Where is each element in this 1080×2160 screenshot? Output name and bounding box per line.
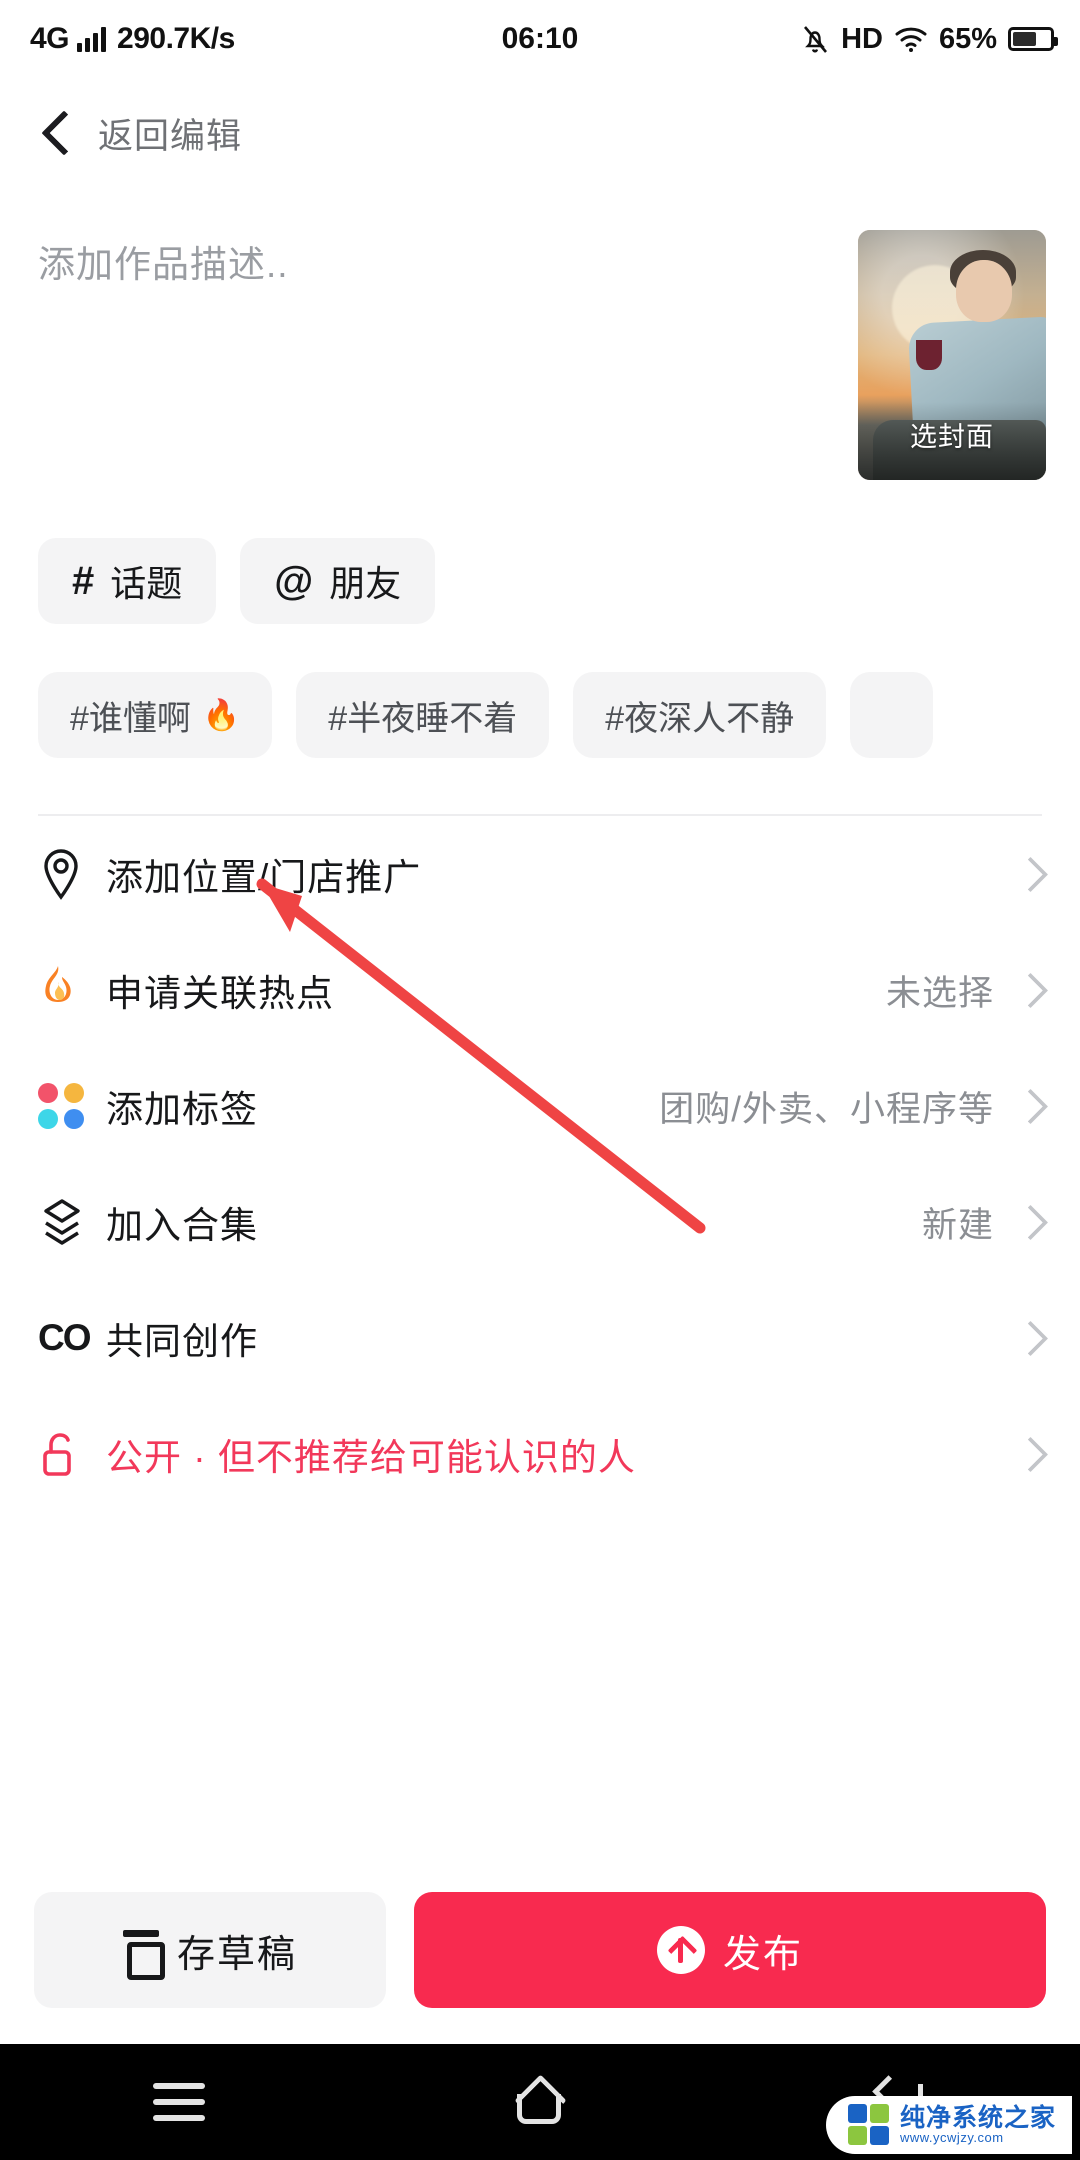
chevron-right-icon [1012, 1089, 1046, 1123]
home-icon[interactable] [510, 2078, 568, 2126]
hashtag-suggestion-label: #谁懂啊 [70, 699, 191, 738]
menu-row-location-label: 添加位置/门店推广 [106, 857, 422, 898]
status-bar-left: 4G 290.7K/s [30, 22, 235, 56]
hashtag-suggestion-pill[interactable]: #谁懂啊 🔥 [38, 672, 273, 758]
menu-row-collection[interactable]: 加入合集 新建 [38, 1164, 1046, 1280]
wifi-icon [895, 27, 927, 52]
signal-bars-icon [77, 26, 107, 52]
co-create-icon: CO [38, 1317, 92, 1358]
save-draft-icon [122, 1930, 165, 1980]
layers-icon [38, 1197, 100, 1247]
bottom-actions: 存草稿 发布 [0, 1892, 1080, 2008]
hashtag-suggestion-label: #半夜睡不着 [328, 699, 518, 738]
battery-percent-label: 65% [938, 22, 997, 55]
select-cover-label[interactable]: 选封面 [858, 415, 1046, 454]
battery-icon [1008, 27, 1058, 51]
cover-wine-glass [916, 340, 943, 370]
save-draft-label: 存草稿 [176, 1933, 297, 1976]
menu-row-privacy[interactable]: 公开 · 但不推荐给可能认识的人 [38, 1396, 1046, 1512]
hashtag-suggestion-label [882, 696, 901, 735]
watermark: 纯净系统之家 www.ycwjzy.com [825, 2096, 1072, 2154]
menu-row-collection-value: 新建 [921, 1205, 994, 1245]
nav-bar: 返回编辑 [0, 78, 1080, 188]
menu-row-hotspot[interactable]: 申请关联热点 未选择 [38, 932, 1046, 1048]
hashtag-suggestion-label: #夜深人不静 [605, 699, 795, 738]
back-to-edit-label[interactable]: 返回编辑 [98, 108, 242, 159]
description-input[interactable]: 添加作品描述.. [38, 226, 842, 480]
watermark-text: 纯净系统之家 www.ycwjzy.com [900, 2105, 1056, 2145]
upload-arrow-icon [656, 1926, 705, 1974]
hashtag-suggestion-pill[interactable]: #夜深人不静 [573, 672, 827, 758]
watermark-name: 纯净系统之家 [899, 2104, 1056, 2133]
hashtag-suggestions-row[interactable]: #谁懂啊 🔥 #半夜睡不着 #夜深人不静 [0, 624, 1080, 758]
fire-icon: 🔥 [202, 698, 241, 732]
network-type-label: 4G [30, 22, 70, 55]
hd-icon: HD [841, 22, 883, 55]
chevron-right-icon [1012, 973, 1046, 1007]
menu-row-hotspot-label: 申请关联热点 [106, 973, 334, 1014]
menu-row-add-tag-label: 添加标签 [106, 1089, 258, 1130]
menu-row-co-create[interactable]: CO 共同创作 [38, 1280, 1046, 1396]
cover-figure-head [955, 260, 1012, 322]
topic-chip[interactable]: # 话题 [38, 538, 217, 624]
watermark-logo-icon [847, 2104, 890, 2146]
topic-chip-label: 话题 [110, 563, 183, 604]
menu-row-add-tag-value: 团购/外卖、小程序等 [659, 1089, 994, 1129]
description-section: 添加作品描述.. 选封面 [0, 188, 1080, 480]
menu-row-add-tag[interactable]: 添加标签 团购/外卖、小程序等 [38, 1048, 1046, 1164]
menu-row-co-create-label: 共同创作 [106, 1321, 258, 1362]
publish-button[interactable]: 发布 [414, 1892, 1046, 2008]
save-draft-button[interactable]: 存草稿 [34, 1892, 386, 2008]
options-menu: 添加位置/门店推广 申请关联热点 未选择 添加标签 团购/外卖、小程序等 加入合… [0, 816, 1080, 1512]
menu-row-hotspot-value: 未选择 [885, 973, 994, 1013]
menu-row-location[interactable]: 添加位置/门店推广 [38, 816, 1046, 932]
friend-chip[interactable]: @ 朋友 [240, 538, 436, 624]
network-speed-label: 290.7K/s [117, 22, 235, 55]
chevron-right-icon [1012, 1205, 1046, 1239]
status-bar: 4G 290.7K/s 06:10 HD 65% [0, 0, 1080, 78]
hashtag-suggestion-pill[interactable]: #半夜睡不着 [296, 672, 550, 758]
chevron-right-icon [1012, 1321, 1046, 1355]
menu-icon[interactable] [152, 2083, 205, 2121]
location-pin-icon [38, 847, 100, 901]
chevron-right-icon [1012, 857, 1046, 891]
back-chevron-icon[interactable] [34, 111, 78, 155]
description-placeholder: 添加作品描述.. [38, 244, 289, 285]
cover-thumbnail[interactable]: 选封面 [858, 230, 1046, 480]
hash-icon: # [72, 559, 95, 603]
at-icon: @ [274, 559, 314, 603]
publish-label: 发布 [722, 1933, 803, 1976]
menu-row-privacy-label: 公开 · 但不推荐给可能认识的人 [106, 1437, 636, 1478]
insert-chips-row: # 话题 @ 朋友 [0, 480, 1080, 624]
color-dots-icon [38, 1083, 100, 1129]
flame-icon [38, 964, 100, 1016]
watermark-url: www.ycwjzy.com [899, 2130, 1004, 2146]
friend-chip-label: 朋友 [329, 563, 402, 604]
unlock-icon [38, 1428, 100, 1480]
hashtag-suggestion-pill-partial[interactable] [850, 672, 934, 758]
menu-row-collection-label: 加入合集 [106, 1205, 258, 1246]
chevron-right-icon [1012, 1437, 1046, 1471]
status-bar-right: HD 65% [800, 22, 1058, 56]
mute-bell-icon [804, 26, 828, 53]
